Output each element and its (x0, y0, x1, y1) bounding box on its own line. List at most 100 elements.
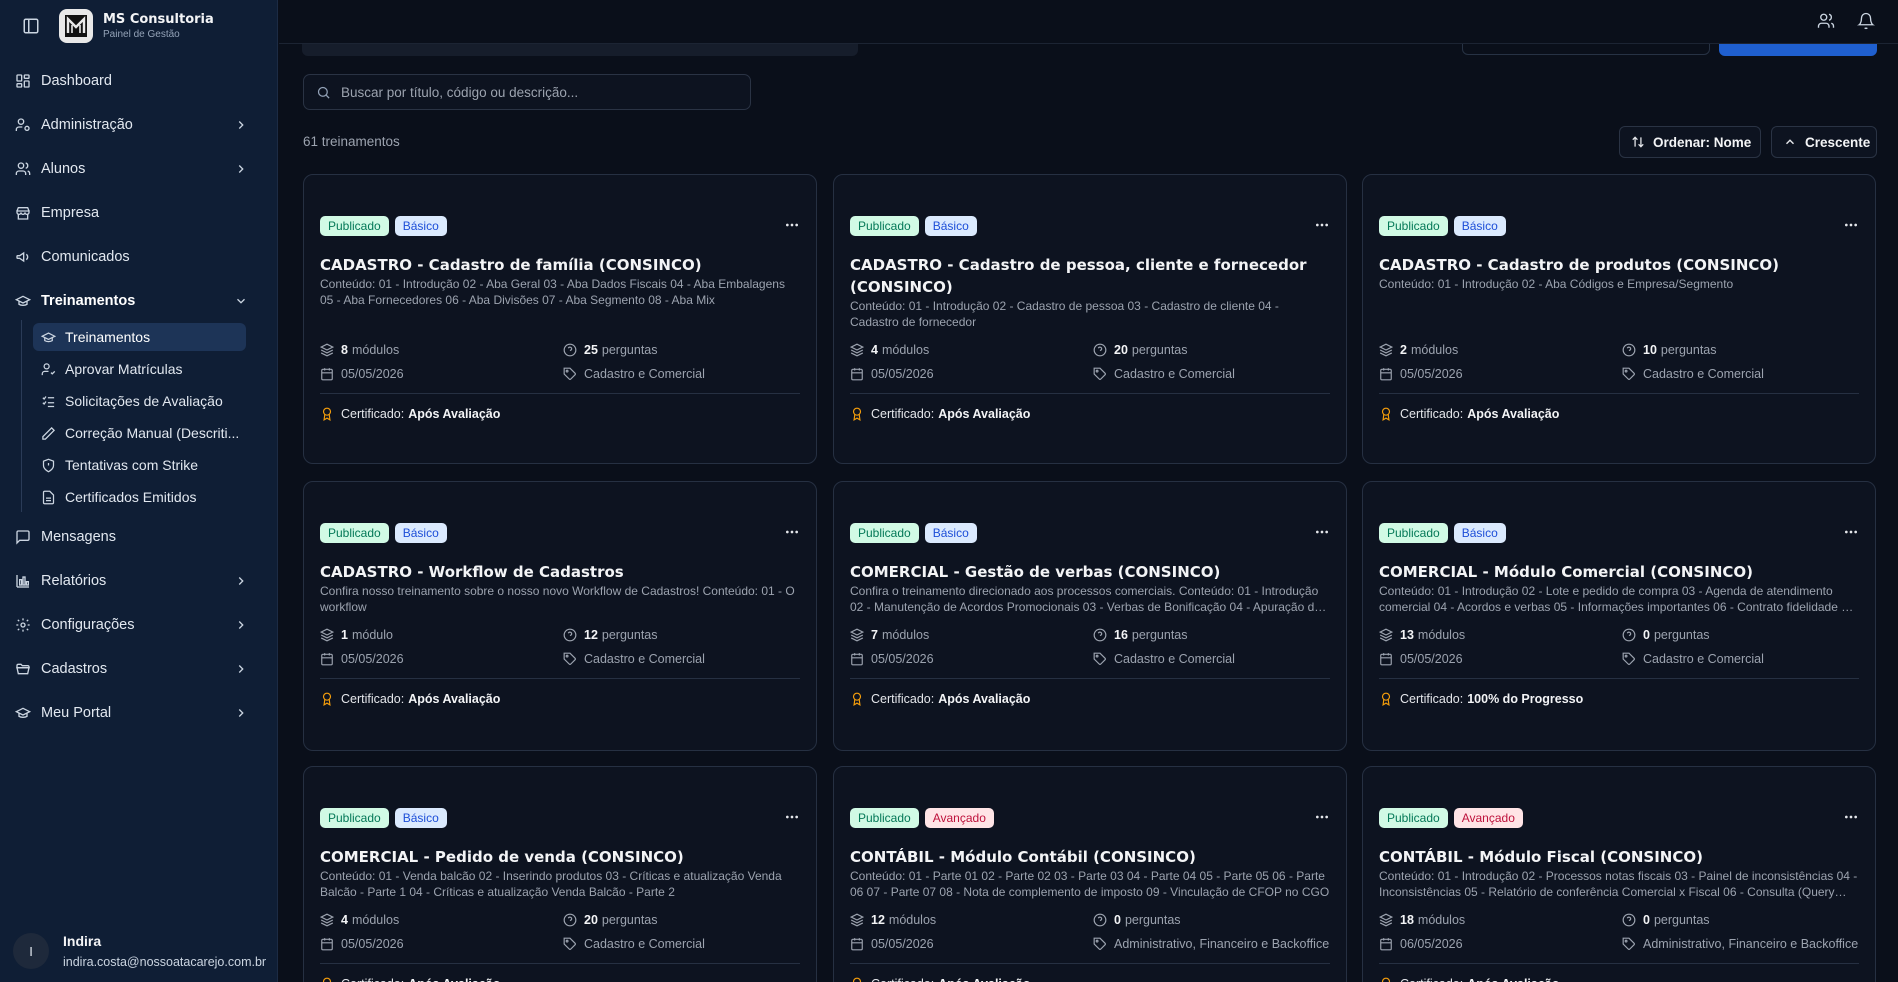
training-title[interactable]: COMERCIAL - Módulo Comercial (CONSINCO) (1379, 561, 1859, 583)
more-horizontal-icon[interactable] (1843, 217, 1859, 233)
calendar-icon (320, 652, 334, 666)
subnav-item-label: Certificados Emitidos (65, 489, 197, 505)
order-button[interactable]: Crescente (1771, 126, 1877, 158)
results-count: 61 treinamentos (303, 134, 400, 149)
training-card[interactable]: Publicado Básico CADASTRO - Cadastro de … (303, 174, 817, 464)
modules-label: módulos (1417, 913, 1466, 927)
tag-icon (1622, 652, 1636, 666)
order-button-label: Crescente (1805, 134, 1871, 150)
training-card[interactable]: Publicado Básico CADASTRO - Cadastro de … (1362, 174, 1876, 464)
training-card[interactable]: Publicado Avançado CONTÁBIL - Módulo Con… (833, 766, 1347, 982)
training-title[interactable]: COMERCIAL - Pedido de venda (CONSINCO) (320, 846, 800, 868)
training-category: Cadastro e Comercial (1093, 652, 1235, 666)
modules-label: módulo (351, 628, 393, 642)
category-value: Administrativo, Financeiro e Backoffice (1114, 937, 1330, 951)
certificate-value: Após Avaliação (408, 692, 501, 706)
training-title[interactable]: CADASTRO - Workflow de Cadastros (320, 561, 800, 583)
training-category: Cadastro e Comercial (563, 367, 705, 381)
modules-label: módulos (1417, 628, 1466, 642)
award-icon (1379, 692, 1393, 706)
badges: Publicado Básico (850, 523, 977, 543)
search-box[interactable] (303, 74, 751, 110)
more-horizontal-icon[interactable] (784, 524, 800, 540)
training-card[interactable]: Publicado Básico CADASTRO - Cadastro de … (833, 174, 1347, 464)
training-description: Confira nosso treinamento sobre o nosso … (320, 584, 795, 614)
training-title[interactable]: COMERCIAL - Gestão de verbas (CONSINCO) (850, 561, 1330, 583)
status-badge: Publicado (1379, 216, 1448, 236)
nav-item-dashboard[interactable]: Dashboard (14, 65, 264, 97)
subnav-item-certificados-emitidos[interactable]: Certificados Emitidos (33, 483, 246, 511)
subnav-item-aprovar-matriculas[interactable]: Aprovar Matrículas (33, 355, 246, 383)
certificate-label: Certificado: (871, 692, 935, 706)
training-card[interactable]: Publicado Básico COMERCIAL - Gestão de v… (833, 481, 1347, 751)
training-title[interactable]: CADASTRO - Cadastro de família (CONSINCO… (320, 254, 800, 276)
level-badge: Avançado (1453, 808, 1523, 828)
nav-item-label: Configurações (41, 617, 135, 633)
nav-item-configuracoes[interactable]: Configurações (14, 609, 264, 641)
nav-item-alunos[interactable]: Alunos (14, 153, 264, 185)
tag-icon (563, 937, 577, 951)
subnav-item-correcao-manual[interactable]: Correção Manual (Descriti... (33, 419, 246, 447)
more-horizontal-icon[interactable] (784, 809, 800, 825)
date-value: 05/05/2026 (1400, 367, 1463, 381)
subnav-item-solicitacoes-avaliacao[interactable]: Solicitações de Avaliação (33, 387, 246, 415)
training-description: Conteúdo: 01 - Introdução 02 - Lote e pe… (1379, 584, 1855, 614)
subnav-item-label: Aprovar Matrículas (65, 361, 183, 377)
questions-value: 16 (1114, 628, 1128, 642)
certificate-rule: Certificado: 100% do Progresso (1379, 692, 1583, 706)
layers-icon (1379, 913, 1393, 927)
more-horizontal-icon[interactable] (1314, 524, 1330, 540)
bell-icon[interactable] (1857, 12, 1875, 30)
nav-item-cadastros[interactable]: Cadastros (14, 653, 264, 685)
training-title[interactable]: CADASTRO - Cadastro de pessoa, cliente e… (850, 254, 1330, 298)
brand: MS Consultoria Painel de Gestão (103, 12, 214, 40)
sidebar-toggle-icon[interactable] (22, 17, 40, 35)
status-badge: Publicado (1379, 808, 1448, 828)
nav-item-empresa[interactable]: Empresa (14, 197, 264, 229)
level-badge: Básico (394, 216, 447, 236)
training-card[interactable]: Publicado Básico CADASTRO - Workflow de … (303, 481, 817, 751)
nav-item-treinamentos[interactable]: Treinamentos (14, 285, 264, 317)
training-category: Cadastro e Comercial (1622, 367, 1764, 381)
date-value: 05/05/2026 (341, 367, 404, 381)
store-icon (15, 205, 31, 221)
certificate-value: Após Avaliação (938, 977, 1030, 982)
users-icon[interactable] (1817, 12, 1835, 30)
nav-item-mensagens[interactable]: Mensagens (14, 521, 264, 553)
certificate-value: Após Avaliação (938, 692, 1031, 706)
certificate-value: Após Avaliação (1467, 977, 1559, 982)
subnav-item-treinamentos[interactable]: Treinamentos (33, 323, 246, 351)
training-title[interactable]: CONTÁBIL - Módulo Fiscal (CONSINCO) (1379, 846, 1859, 868)
more-horizontal-icon[interactable] (1843, 524, 1859, 540)
training-card[interactable]: Publicado Básico COMERCIAL - Módulo Come… (1362, 481, 1876, 751)
card-divider (1379, 963, 1859, 964)
certificate-rule: Certificado:Após Avaliação (320, 977, 500, 982)
sort-button[interactable]: Ordenar: Nome (1619, 126, 1761, 158)
chevron-right-icon (234, 162, 248, 176)
calendar-icon (1379, 937, 1393, 951)
more-horizontal-icon[interactable] (1843, 809, 1859, 825)
modules-value: 18 (1400, 913, 1414, 927)
certificate-rule: Certificado:Após Avaliação (1379, 407, 1559, 421)
calendar-icon (850, 367, 864, 381)
training-title[interactable]: CONTÁBIL - Módulo Contábil (CONSINCO) (850, 846, 1330, 868)
nav-item-comunicados[interactable]: Comunicados (14, 241, 264, 273)
modules-count: 18 módulos (1379, 913, 1465, 927)
user-profile[interactable]: I Indira indira.costa@nossoatacarejo.com… (0, 920, 278, 982)
questions-label: perguntas (1653, 628, 1710, 642)
calendar-icon (850, 937, 864, 951)
training-card[interactable]: Publicado Avançado CONTÁBIL - Módulo Fis… (1362, 766, 1876, 982)
chevron-up-icon (1783, 135, 1797, 149)
nav-item-administracao[interactable]: Administração (14, 109, 264, 141)
category-value: Cadastro e Comercial (1643, 367, 1764, 381)
nav-item-meu-portal[interactable]: Meu Portal (14, 697, 264, 729)
more-horizontal-icon[interactable] (1314, 217, 1330, 233)
more-horizontal-icon[interactable] (1314, 809, 1330, 825)
more-horizontal-icon[interactable] (784, 217, 800, 233)
questions-value: 0 (1643, 913, 1650, 927)
subnav-item-tentativas-strike[interactable]: Tentativas com Strike (33, 451, 246, 479)
training-title[interactable]: CADASTRO - Cadastro de produtos (CONSINC… (1379, 254, 1859, 276)
search-input[interactable] (341, 84, 721, 100)
nav-item-relatorios[interactable]: Relatórios (14, 565, 264, 597)
training-card[interactable]: Publicado Básico COMERCIAL - Pedido de v… (303, 766, 817, 982)
